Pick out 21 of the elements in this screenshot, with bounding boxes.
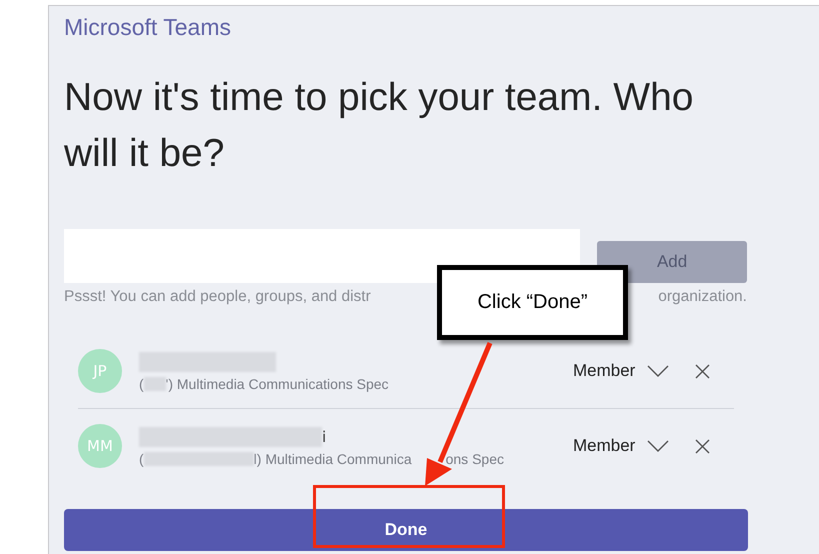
role-dropdown[interactable]: Member — [573, 436, 636, 456]
chevron-down-icon[interactable] — [647, 440, 670, 452]
hint-text: organization. — [658, 288, 747, 307]
chevron-down-icon[interactable] — [647, 365, 670, 377]
done-button[interactable]: Done — [64, 509, 748, 551]
people-input-field[interactable] — [64, 229, 580, 283]
close-icon[interactable] — [695, 438, 710, 454]
member-title: ons Spec — [446, 450, 504, 466]
member-title: ( — [139, 376, 144, 392]
callout-box: Click “Done” — [437, 265, 628, 340]
avatar: MM — [78, 424, 122, 468]
role-dropdown[interactable]: Member — [573, 361, 636, 381]
app-title: Microsoft Teams — [64, 13, 232, 42]
hint-text: Pssst! You can add people, groups, and distr — [64, 288, 371, 307]
avatar: JP — [78, 349, 122, 393]
member-title: l) Multimedia Communica — [254, 450, 412, 466]
page-heading: Now it's time to pick your team. Who will it be? — [64, 75, 694, 177]
member-title: ( — [139, 450, 144, 466]
member-title: ') Multimedia Communications Spec — [166, 376, 389, 392]
member-name: i — [322, 428, 326, 446]
close-icon[interactable] — [695, 364, 710, 378]
